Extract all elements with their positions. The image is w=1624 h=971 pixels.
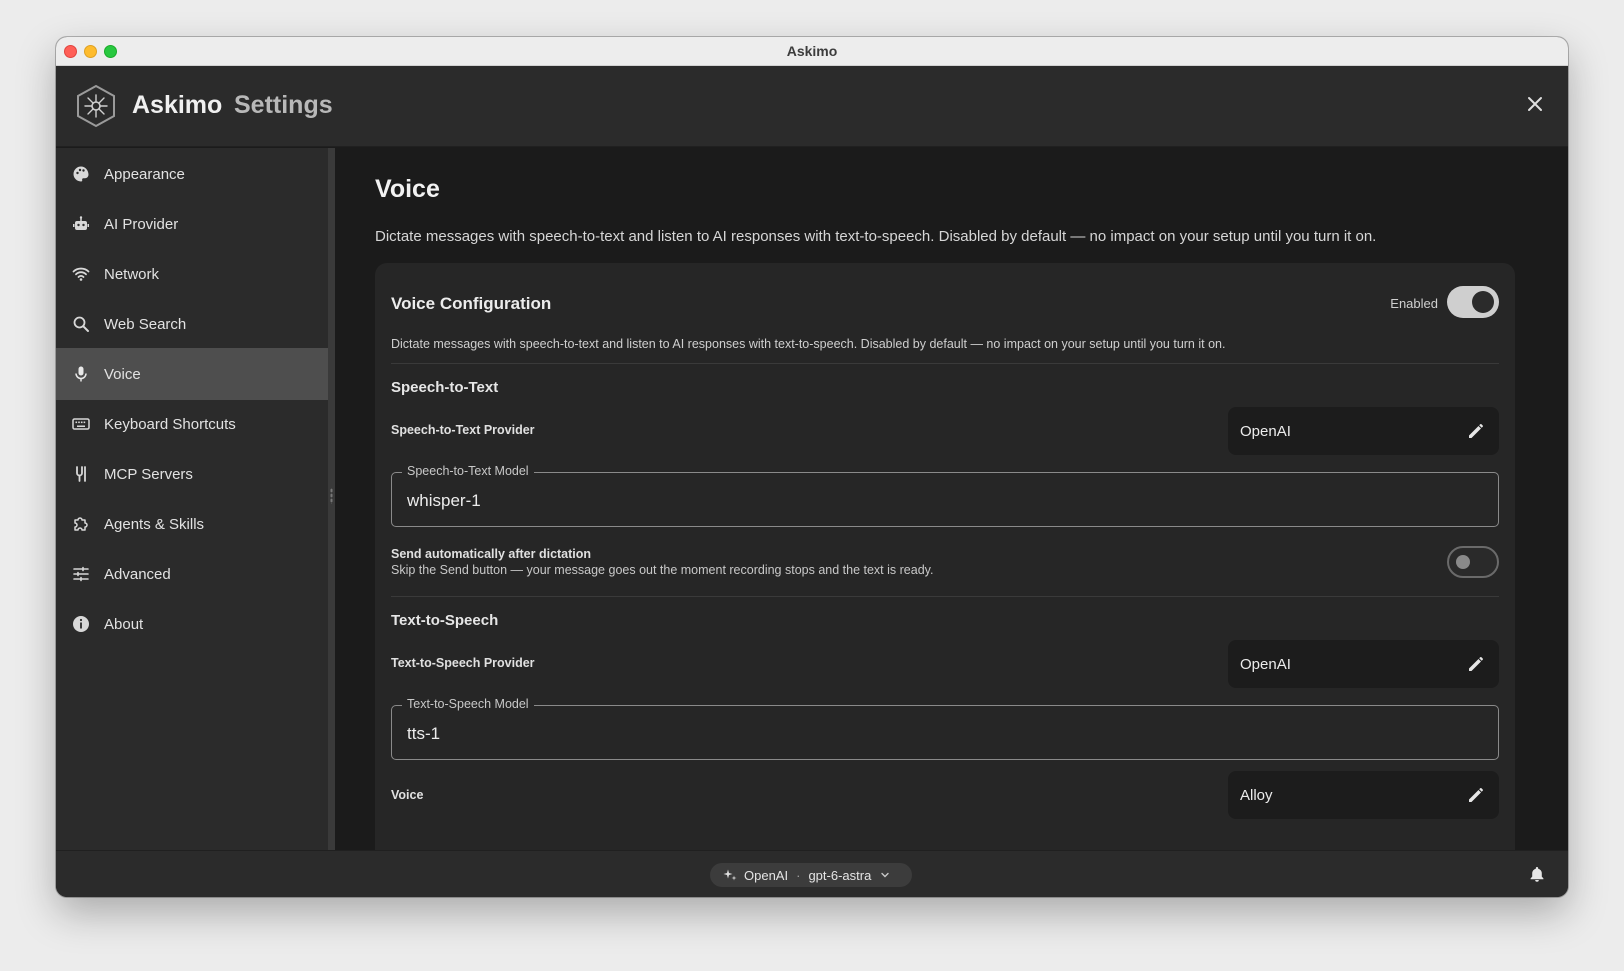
- card-title: Voice Configuration: [391, 294, 552, 313]
- sidebar-item-label: Voice: [104, 365, 141, 383]
- tts-provider-value: OpenAI: [1240, 656, 1291, 673]
- sparkle-icon: [723, 869, 737, 881]
- voice-configuration-card: Voice Configuration Enabled Dictate mess…: [375, 263, 1515, 850]
- sidebar-item-keyboard-shortcuts[interactable]: Keyboard Shortcuts: [56, 398, 328, 450]
- sidebar-resize-handle[interactable]: [328, 148, 335, 850]
- stt-model-field[interactable]: Speech-to-Text Model whisper-1: [391, 464, 1499, 527]
- sliders-icon: [72, 565, 90, 583]
- tts-model-value: tts-1: [407, 724, 441, 743]
- puzzle-icon: [72, 515, 90, 533]
- sidebar-item-mcp-servers[interactable]: MCP Servers: [56, 448, 328, 500]
- stt-section-title: Speech-to-Text: [391, 379, 499, 396]
- chevron-down-icon: [881, 872, 890, 878]
- auto-send-toggle[interactable]: [1447, 546, 1499, 578]
- wifi-icon: [72, 265, 90, 283]
- grip-icon: [330, 488, 333, 504]
- stt-provider-value: OpenAI: [1240, 423, 1291, 440]
- robot-icon: [72, 215, 90, 233]
- plug-icon: [72, 465, 90, 483]
- app-window: Askimo Askimo Settings Appearance AI Pro…: [56, 37, 1568, 897]
- sidebar-item-label: Web Search: [104, 315, 187, 333]
- sidebar-item-label: Network: [104, 265, 160, 283]
- bell-icon[interactable]: [1528, 865, 1546, 883]
- window-title: Askimo: [786, 43, 838, 59]
- stt-model-label: Speech-to-Text Model: [402, 464, 534, 478]
- sidebar-item-label: About: [104, 615, 144, 633]
- settings-sidebar: Appearance AI Provider Network Web Searc…: [56, 148, 328, 850]
- sidebar-item-appearance[interactable]: Appearance: [56, 148, 328, 200]
- title-bar: Askimo: [56, 37, 1568, 66]
- page-description: Dictate messages with speech-to-text and…: [375, 228, 1377, 245]
- close-icon: [1528, 97, 1542, 111]
- page-title: Voice: [375, 175, 440, 203]
- sidebar-item-web-search[interactable]: Web Search: [56, 298, 328, 350]
- settings-title: Settings: [234, 91, 333, 119]
- sidebar-item-label: AI Provider: [104, 215, 179, 233]
- divider: [391, 596, 1499, 597]
- auto-send-description: Skip the Send button — your message goes…: [391, 563, 934, 577]
- askimo-logo-icon: [77, 84, 115, 128]
- edit-icon: [1469, 788, 1483, 802]
- sidebar-item-network[interactable]: Network: [56, 248, 328, 300]
- tts-section-title: Text-to-Speech: [391, 612, 499, 629]
- edit-icon: [1469, 657, 1483, 671]
- settings-content: Voice Dictate messages with speech-to-te…: [335, 148, 1568, 850]
- microphone-icon: [72, 365, 90, 383]
- edit-icon: [1469, 424, 1483, 438]
- sidebar-item-label: Keyboard Shortcuts: [104, 415, 236, 433]
- sidebar-item-label: Advanced: [104, 565, 171, 583]
- model-provider: OpenAI: [744, 867, 789, 883]
- auto-send-title: Send automatically after dictation: [391, 547, 592, 561]
- keyboard-icon: [72, 415, 90, 433]
- status-bar: OpenAI · gpt-6-astra: [56, 850, 1568, 897]
- voice-label: Voice: [391, 788, 424, 802]
- search-icon: [72, 315, 90, 333]
- voice-value: Alloy: [1240, 787, 1273, 804]
- separator: ·: [796, 867, 801, 883]
- divider: [391, 363, 1499, 364]
- stt-provider-label: Speech-to-Text Provider: [391, 423, 535, 437]
- settings-header: Askimo Settings: [56, 66, 1568, 147]
- sidebar-item-advanced[interactable]: Advanced: [56, 548, 328, 600]
- model-name: gpt-6-astra: [808, 867, 872, 883]
- stt-model-value: whisper-1: [407, 491, 481, 510]
- sidebar-item-label: MCP Servers: [104, 465, 193, 483]
- sidebar-item-label: Appearance: [104, 165, 185, 183]
- sidebar-item-agents-skills[interactable]: Agents & Skills: [56, 498, 328, 550]
- sidebar-item-ai-provider[interactable]: AI Provider: [56, 198, 328, 250]
- enabled-label: Enabled: [1390, 296, 1438, 311]
- tts-model-field[interactable]: Text-to-Speech Model tts-1: [391, 697, 1499, 760]
- app-name: Askimo: [132, 91, 223, 119]
- palette-icon: [72, 165, 90, 183]
- voice-select[interactable]: Alloy: [1228, 771, 1499, 819]
- info-icon: [72, 615, 90, 633]
- sidebar-item-voice[interactable]: Voice: [56, 348, 328, 400]
- model-selector[interactable]: OpenAI · gpt-6-astra: [710, 863, 912, 887]
- close-settings-button[interactable]: [1524, 93, 1546, 115]
- voice-enabled-toggle[interactable]: [1447, 286, 1499, 318]
- toggle-knob: [1472, 291, 1494, 313]
- tts-provider-select[interactable]: OpenAI: [1228, 640, 1499, 688]
- tts-provider-label: Text-to-Speech Provider: [391, 656, 535, 670]
- sidebar-item-about[interactable]: About: [56, 598, 328, 650]
- tts-model-label: Text-to-Speech Model: [402, 697, 534, 711]
- sidebar-item-label: Agents & Skills: [104, 515, 205, 533]
- toggle-knob: [1456, 555, 1470, 569]
- stt-provider-select[interactable]: OpenAI: [1228, 407, 1499, 455]
- card-description: Dictate messages with speech-to-text and…: [391, 337, 1226, 351]
